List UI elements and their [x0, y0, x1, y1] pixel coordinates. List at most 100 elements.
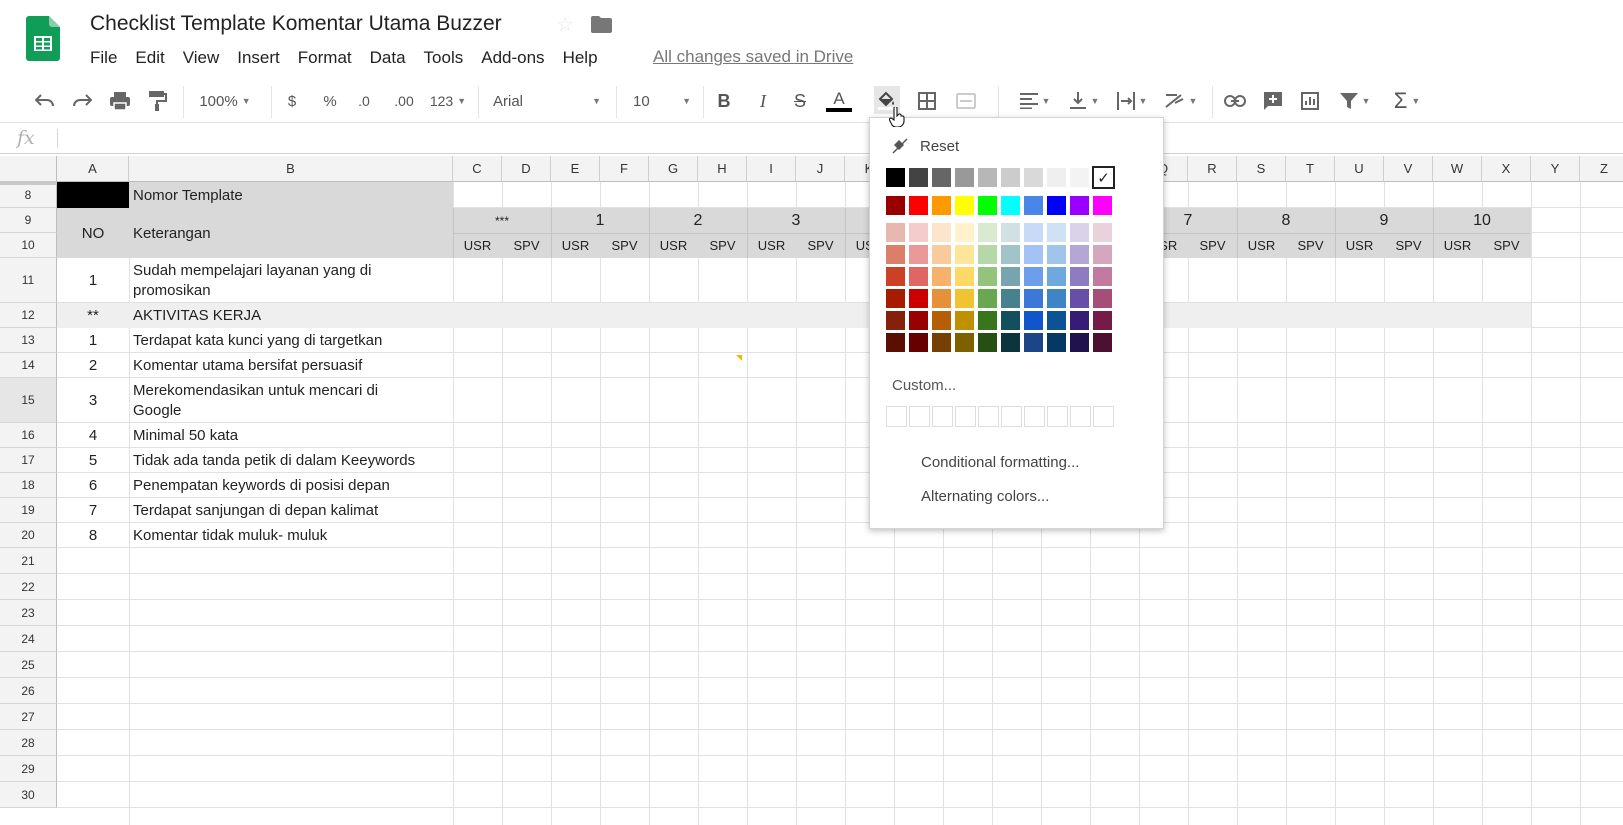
custom-color-button[interactable]: Custom...: [892, 377, 956, 394]
horizontal-align-select[interactable]: ▼: [1017, 90, 1053, 112]
swatch-shade-5-8[interactable]: [1070, 333, 1089, 352]
swatch-shade-3-1[interactable]: [909, 289, 928, 308]
swatch-gray-5[interactable]: [1001, 168, 1020, 187]
insert-comment-button[interactable]: [1260, 90, 1286, 112]
text-rotation-select[interactable]: ▼: [1163, 90, 1199, 112]
custom-color-slot[interactable]: [1024, 406, 1045, 427]
swatch-shade-4-2[interactable]: [932, 311, 951, 330]
row-header-12[interactable]: 12: [0, 303, 57, 328]
document-title[interactable]: Checklist Template Komentar Utama Buzzer: [90, 12, 502, 36]
row-header-20[interactable]: 20: [0, 523, 57, 548]
menu-addons[interactable]: Add-ons: [481, 48, 544, 68]
custom-color-slot[interactable]: [1093, 406, 1114, 427]
swatch-shade-4-7[interactable]: [1047, 311, 1066, 330]
swatch-shade-0-9[interactable]: [1093, 223, 1112, 242]
row-header-27[interactable]: 27: [0, 704, 57, 730]
swatch-shade-2-8[interactable]: [1070, 267, 1089, 286]
row-header-26[interactable]: 26: [0, 678, 57, 704]
swatch-shade-0-3[interactable]: [955, 223, 974, 242]
swatch-shade-3-3[interactable]: [955, 289, 974, 308]
bold-button[interactable]: B: [713, 90, 735, 112]
row-header-14[interactable]: 14: [0, 353, 57, 378]
swatch-shade-0-7[interactable]: [1047, 223, 1066, 242]
swatch-shade-4-5[interactable]: [1001, 311, 1020, 330]
swatch-bright-7[interactable]: [1047, 196, 1066, 215]
column-header-t[interactable]: T: [1286, 156, 1335, 182]
alternating-colors-link[interactable]: Alternating colors...: [921, 488, 1049, 505]
swatch-bright-6[interactable]: [1024, 196, 1043, 215]
swatch-shade-4-3[interactable]: [955, 311, 974, 330]
swatch-shade-2-1[interactable]: [909, 267, 928, 286]
currency-format-button[interactable]: $: [282, 90, 302, 112]
swatch-shade-5-0[interactable]: [886, 333, 905, 352]
swatch-shade-1-2[interactable]: [932, 245, 951, 264]
swatch-shade-2-5[interactable]: [1001, 267, 1020, 286]
reset-color-button[interactable]: Reset: [892, 136, 959, 156]
text-color-button[interactable]: A: [825, 90, 853, 112]
row-header-28[interactable]: 28: [0, 730, 57, 756]
row-header-10[interactable]: 10: [0, 233, 57, 258]
swatch-gray-0[interactable]: [886, 168, 905, 187]
swatch-shade-0-8[interactable]: [1070, 223, 1089, 242]
swatch-shade-4-9[interactable]: [1093, 311, 1112, 330]
undo-button[interactable]: [33, 90, 57, 112]
swatch-shade-2-9[interactable]: [1093, 267, 1112, 286]
column-header-a[interactable]: A: [57, 156, 129, 182]
column-header-f[interactable]: F: [600, 156, 649, 182]
swatch-shade-4-8[interactable]: [1070, 311, 1089, 330]
swatch-shade-0-6[interactable]: [1024, 223, 1043, 242]
column-header-y[interactable]: Y: [1531, 156, 1580, 182]
row-header-16[interactable]: 16: [0, 423, 57, 448]
swatch-shade-5-1[interactable]: [909, 333, 928, 352]
row-header-24[interactable]: 24: [0, 626, 57, 652]
folder-icon[interactable]: [591, 16, 612, 33]
column-header-c[interactable]: C: [453, 156, 502, 182]
swatch-shade-4-1[interactable]: [909, 311, 928, 330]
column-header-d[interactable]: D: [502, 156, 551, 182]
row-header-23[interactable]: 23: [0, 600, 57, 626]
swatch-gray-9[interactable]: ✓: [1092, 166, 1115, 189]
swatch-shade-0-1[interactable]: [909, 223, 928, 242]
swatch-shade-2-3[interactable]: [955, 267, 974, 286]
swatch-shade-1-7[interactable]: [1047, 245, 1066, 264]
menu-insert[interactable]: Insert: [237, 48, 280, 68]
swatch-shade-1-3[interactable]: [955, 245, 974, 264]
menu-tools[interactable]: Tools: [424, 48, 464, 68]
swatch-shade-0-0[interactable]: [886, 223, 905, 242]
swatch-shade-5-7[interactable]: [1047, 333, 1066, 352]
insert-chart-button[interactable]: [1297, 90, 1323, 112]
decrease-decimal-button[interactable]: .0: [353, 90, 375, 112]
menu-edit[interactable]: Edit: [135, 48, 164, 68]
formula-bar[interactable]: fx: [0, 122, 1623, 154]
swatch-shade-3-2[interactable]: [932, 289, 951, 308]
swatch-shade-1-6[interactable]: [1024, 245, 1043, 264]
swatch-shade-3-6[interactable]: [1024, 289, 1043, 308]
row-header-17[interactable]: 17: [0, 448, 57, 473]
swatch-shade-5-4[interactable]: [978, 333, 997, 352]
row-header-30[interactable]: 30: [0, 782, 57, 808]
column-header-e[interactable]: E: [551, 156, 600, 182]
column-header-w[interactable]: W: [1433, 156, 1482, 182]
swatch-shade-2-6[interactable]: [1024, 267, 1043, 286]
column-header-s[interactable]: S: [1237, 156, 1286, 182]
row-header-21[interactable]: 21: [0, 548, 57, 574]
swatch-bright-1[interactable]: [909, 196, 928, 215]
increase-decimal-button[interactable]: .00: [390, 90, 418, 112]
borders-button[interactable]: [915, 90, 939, 112]
swatch-shade-4-4[interactable]: [978, 311, 997, 330]
swatch-gray-3[interactable]: [955, 168, 974, 187]
conditional-formatting-link[interactable]: Conditional formatting...: [921, 454, 1079, 471]
swatch-shade-2-2[interactable]: [932, 267, 951, 286]
swatch-shade-3-4[interactable]: [978, 289, 997, 308]
swatch-shade-4-0[interactable]: [886, 311, 905, 330]
font-size-select[interactable]: 10 ▼: [633, 90, 691, 112]
print-button[interactable]: [108, 90, 132, 112]
custom-color-slot[interactable]: [886, 406, 907, 427]
row-header-11[interactable]: 11: [0, 258, 57, 303]
swatch-shade-2-4[interactable]: [978, 267, 997, 286]
swatch-bright-3[interactable]: [955, 196, 974, 215]
custom-color-slot[interactable]: [1047, 406, 1068, 427]
menu-file[interactable]: File: [90, 48, 117, 68]
insert-link-button[interactable]: [1222, 90, 1248, 112]
swatch-shade-1-0[interactable]: [886, 245, 905, 264]
